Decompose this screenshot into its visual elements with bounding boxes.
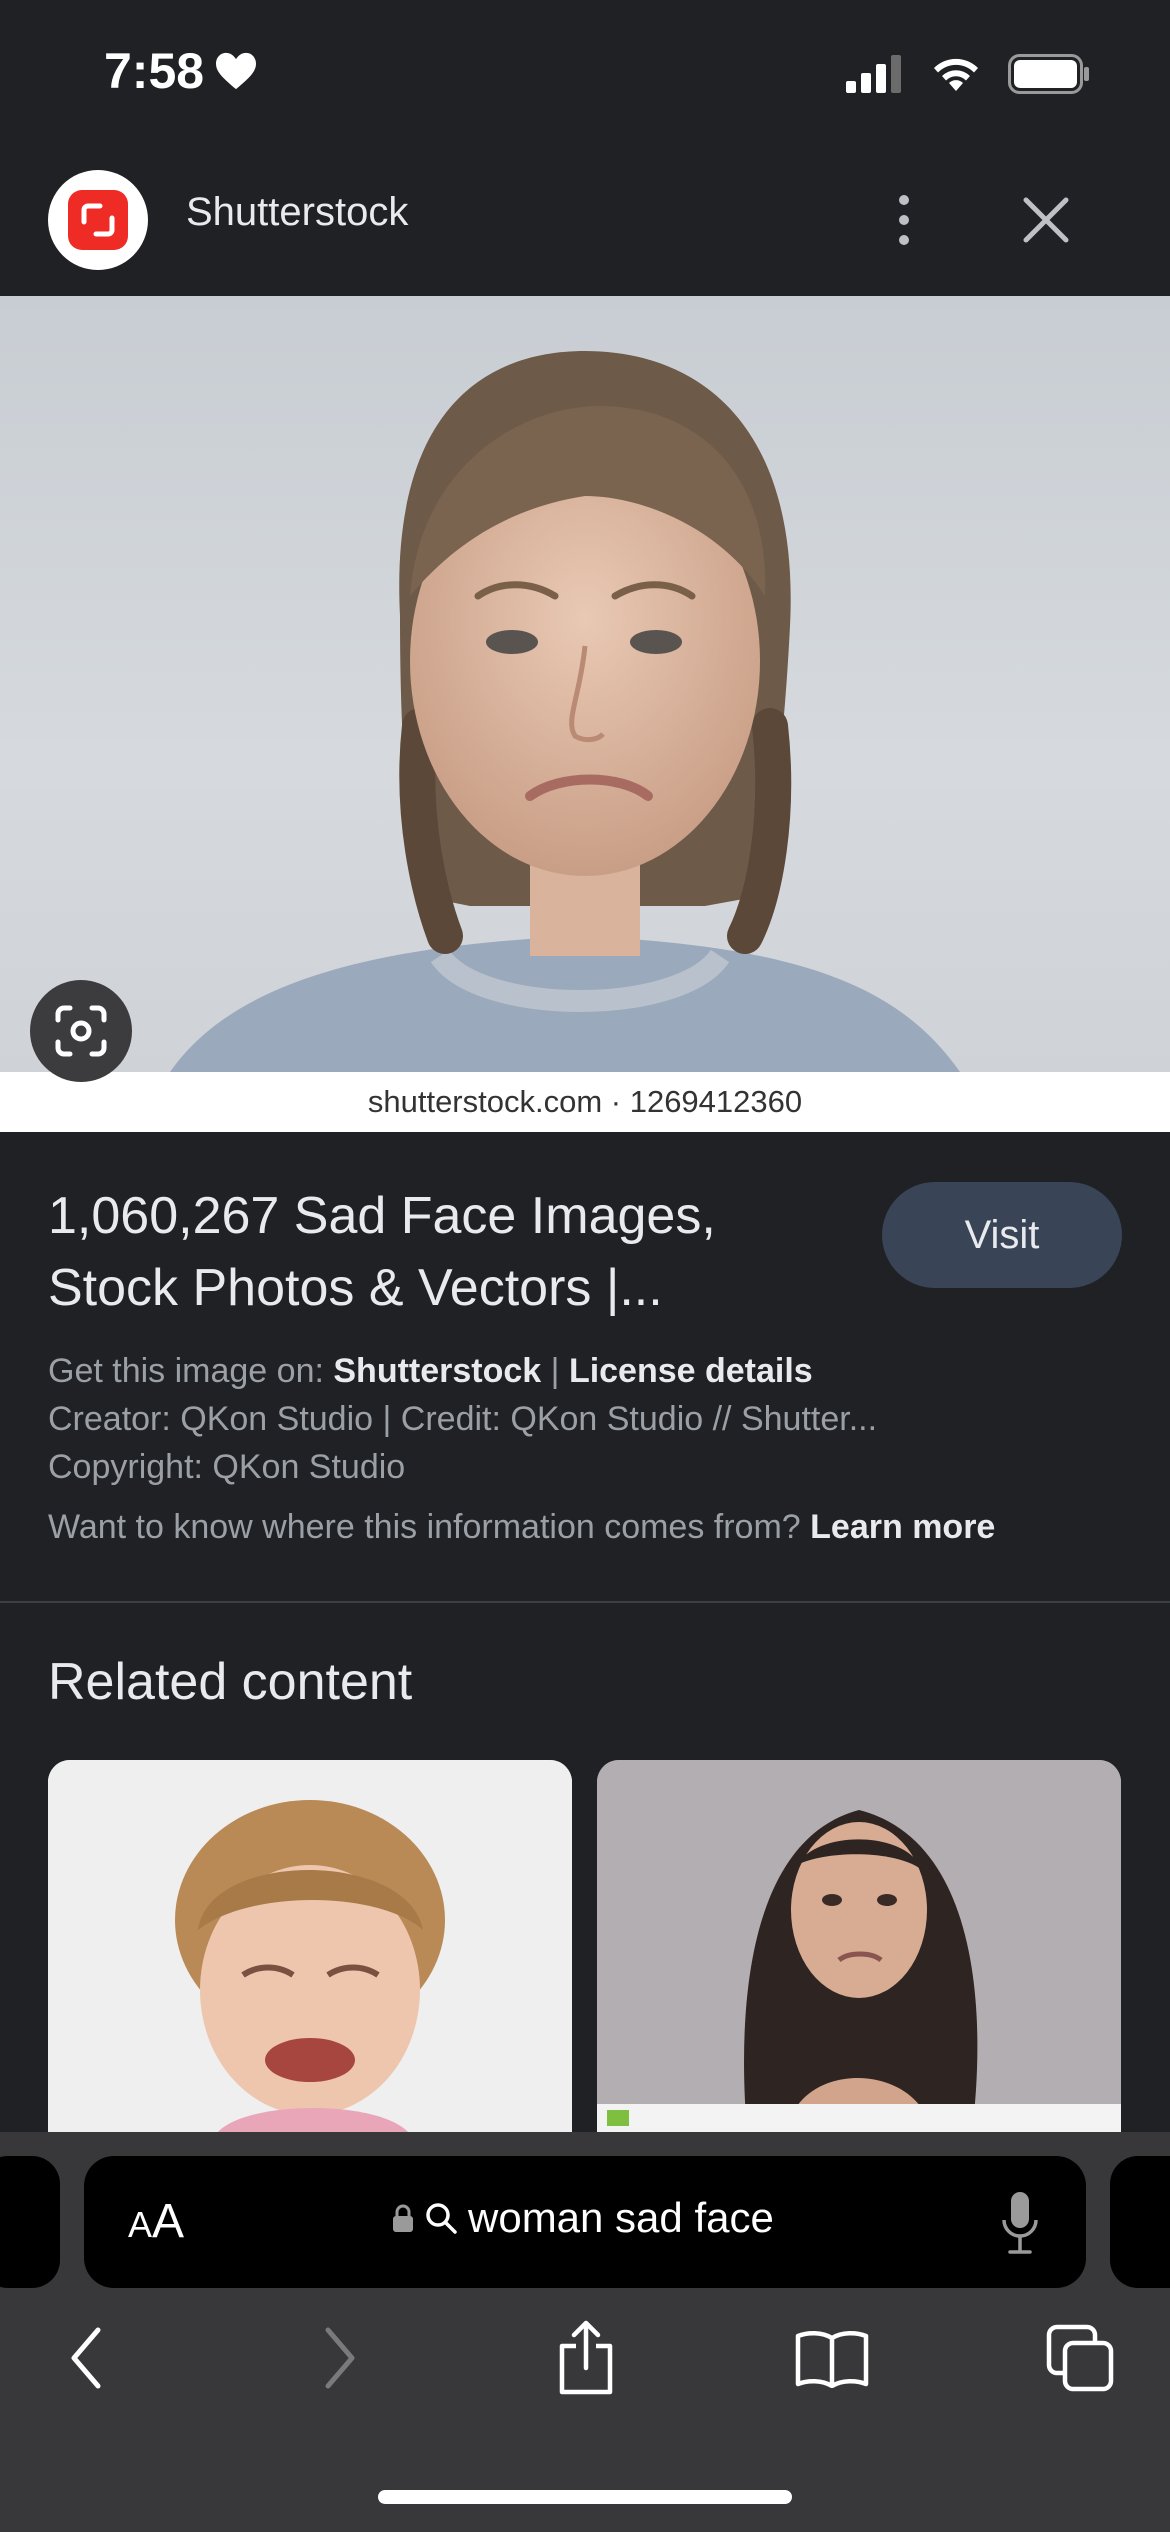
battery-icon (1008, 54, 1089, 94)
result-title-line2: Stock Photos & Vectors |... (48, 1259, 663, 1317)
forward-button[interactable] (300, 2318, 380, 2398)
source-header (0, 150, 1170, 296)
get-image-line: Get this image on: Shutterstock | Licens… (48, 1352, 813, 1391)
get-image-source-link[interactable]: Shutterstock (333, 1352, 541, 1390)
tabs-button[interactable] (1040, 2318, 1120, 2398)
close-icon[interactable] (1018, 192, 1074, 248)
separator: | (541, 1352, 569, 1390)
girl-sad-face-photo (170, 351, 960, 1072)
related-thumbnail-1[interactable] (48, 1760, 572, 2132)
more-vertical-icon[interactable] (884, 190, 924, 250)
url-display[interactable]: woman sad face (392, 2194, 774, 2242)
get-image-prefix: Get this image on: (48, 1352, 334, 1390)
home-indicator (378, 2490, 792, 2504)
next-tab-pill[interactable] (1110, 2156, 1170, 2288)
previous-tab-pill[interactable] (0, 2156, 60, 2288)
result-title-line1: 1,060,267 Sad Face Images, (48, 1187, 716, 1245)
bookmarks-icon (795, 2331, 869, 2388)
share-button[interactable] (546, 2318, 626, 2398)
status-bar-time: 7:58 (104, 42, 258, 100)
aa-large: A (152, 2195, 185, 2248)
tabs-icon (1046, 2324, 1114, 2392)
share-icon (559, 2320, 613, 2395)
wifi-icon (934, 58, 978, 91)
image-caption: shutterstock.com · 1269412360 (0, 1072, 1170, 1132)
crying-toddler-photo (48, 1760, 572, 2132)
url-text: woman sad face (468, 2194, 774, 2241)
creator-line: Creator: QKon Studio | Credit: QKon Stud… (48, 1400, 878, 1438)
time-text: 7:58 (104, 43, 205, 99)
cellular-signal-icon (846, 55, 901, 93)
search-icon (426, 2203, 457, 2234)
source-name[interactable]: Shutterstock (186, 190, 408, 235)
divider (0, 1601, 1170, 1603)
sad-woman-photo (597, 1760, 1121, 2132)
status-icons (846, 54, 1090, 94)
back-icon (71, 2327, 101, 2389)
google-lens-icon (55, 1005, 107, 1057)
aa-small: A (128, 2204, 153, 2245)
related-content-title: Related content (48, 1653, 413, 1711)
info-question: Want to know where this information come… (48, 1508, 811, 1546)
back-button[interactable] (46, 2318, 126, 2398)
related-thumbnail-2[interactable] (597, 1760, 1121, 2132)
heart-icon (216, 52, 257, 90)
copyright-line: Copyright: QKon Studio (48, 1448, 406, 1486)
google-lens-button[interactable] (30, 980, 132, 1082)
shutterstock-logo-icon (81, 203, 115, 237)
license-details-link[interactable]: License details (569, 1352, 813, 1390)
result-title[interactable]: 1,060,267 Sad Face Images, Stock Photos … (48, 1180, 788, 1324)
learn-more-link[interactable]: Learn more (810, 1508, 995, 1546)
bookmarks-button[interactable] (792, 2318, 872, 2398)
visit-button[interactable]: Visit (882, 1182, 1122, 1288)
reader-aa-button[interactable]: AA (128, 2194, 184, 2249)
info-source-line: Want to know where this information come… (48, 1508, 995, 1547)
microphone-icon[interactable] (1000, 2190, 1040, 2256)
shutterstock-logo[interactable] (48, 170, 148, 270)
result-image[interactable] (0, 296, 1170, 1072)
lock-icon (393, 2204, 413, 2232)
forward-icon (325, 2327, 355, 2389)
